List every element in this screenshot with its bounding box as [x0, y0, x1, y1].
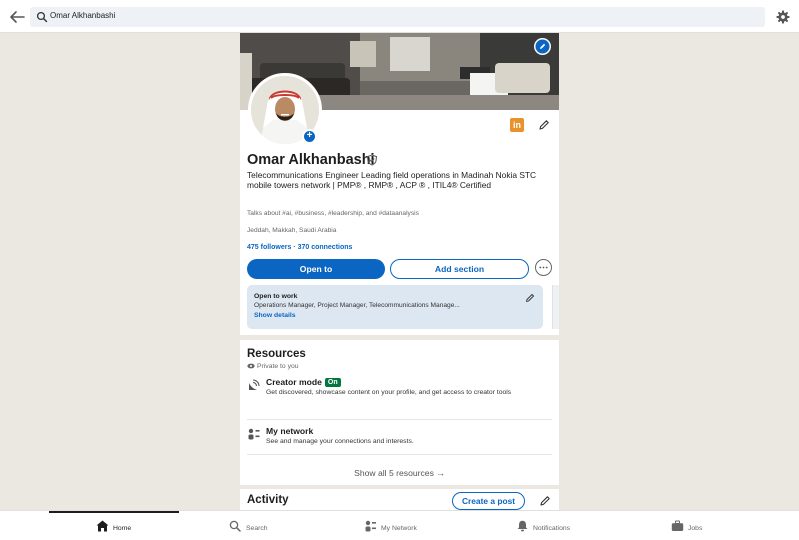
nav-my-network-label: My Network [381, 525, 417, 532]
nav-search-label: Search [246, 525, 268, 532]
open-to-work-card[interactable]: Open to work Operations Manager, Project… [247, 285, 543, 329]
resources-privacy: Private to you [247, 363, 299, 370]
plus-icon: + [306, 130, 313, 141]
activity-title: Activity [247, 494, 289, 506]
nav-notifications[interactable]: Notifications [516, 520, 570, 534]
search-bar[interactable]: Omar Alkhanbashi [30, 7, 765, 27]
create-post-button[interactable]: Create a post [452, 492, 525, 510]
talks-about: Talks about #ai, #business, #leadership,… [247, 210, 419, 217]
nav-search[interactable]: Search [229, 520, 268, 534]
gear-icon[interactable] [776, 10, 790, 24]
profile-name: Omar Alkhanbashi [247, 152, 375, 168]
creator-mode-name: Creator mode [266, 377, 322, 387]
nav-home[interactable]: Home [96, 520, 131, 534]
verified-shield-icon[interactable] [366, 154, 378, 166]
resources-title: Resources [247, 348, 306, 360]
my-network-name: My network [266, 426, 314, 436]
profile-headline: Telecommunications Engineer Leading fiel… [247, 170, 537, 191]
profile-column: + in Omar Alkhanbashi Telecommunications… [240, 33, 559, 510]
privacy-text: Private to you [257, 363, 299, 370]
creator-mode-label: Creator mode On [266, 377, 341, 387]
add-photo-button[interactable]: + [302, 129, 317, 144]
open-to-work-roles: Operations Manager, Project Manager, Tel… [254, 302, 460, 309]
nav-jobs[interactable]: Jobs [671, 520, 702, 534]
search-icon [229, 520, 241, 532]
pencil-icon[interactable] [539, 495, 551, 507]
activity-card: Activity Create a post [240, 489, 559, 510]
nav-home-label: Home [113, 525, 132, 532]
pencil-icon [535, 39, 550, 54]
network-icon [248, 428, 260, 440]
linkedin-icon[interactable]: in [510, 118, 524, 132]
pencil-icon[interactable] [525, 293, 535, 303]
my-network-description: See and manage your connections and inte… [266, 438, 414, 445]
my-network-item[interactable]: My network See and manage your connectio… [247, 426, 552, 454]
home-icon [96, 520, 109, 532]
pencil-icon[interactable] [538, 119, 550, 131]
creator-mode-description: Get discovered, showcase content on your… [266, 389, 512, 396]
divider [247, 419, 552, 420]
show-all-resources-link[interactable]: Show all 5 resources → [240, 468, 559, 478]
on-badge: On [324, 378, 341, 387]
bottom-navigation: Home Search My Network Notifications Job… [0, 510, 799, 540]
nav-notifications-label: Notifications [533, 525, 571, 532]
more-options-button[interactable] [535, 259, 552, 276]
network-icon [365, 520, 376, 532]
nav-my-network[interactable]: My Network [364, 520, 417, 534]
profile-top-card: + in Omar Alkhanbashi Telecommunications… [240, 33, 559, 335]
open-to-work-title: Open to work [254, 293, 298, 300]
top-bar: Omar Alkhanbashi [0, 0, 799, 33]
ellipsis-icon [539, 266, 548, 269]
search-query-text: Omar Alkhanbashi [50, 11, 116, 20]
nav-jobs-label: Jobs [688, 525, 703, 532]
back-arrow-icon[interactable] [8, 8, 26, 26]
next-card-peek [552, 285, 559, 329]
divider [247, 454, 552, 455]
edit-banner-button[interactable] [534, 38, 551, 55]
open-to-button[interactable]: Open to [247, 259, 385, 279]
bell-icon [517, 520, 528, 532]
satellite-dish-icon [249, 379, 260, 390]
briefcase-icon [671, 520, 684, 531]
profile-location: Jeddah, Makkah, Saudi Arabia [247, 227, 337, 234]
resources-card: Resources Private to you Creator mode On … [240, 340, 559, 485]
search-icon [36, 11, 48, 23]
show-details-link[interactable]: Show details [254, 312, 296, 319]
followers-connections-link[interactable]: 475 followers · 370 connections [247, 244, 352, 251]
active-tab-indicator [49, 511, 179, 513]
creator-mode-item[interactable]: Creator mode On Get discovered, showcase … [247, 377, 552, 417]
eye-icon [247, 363, 255, 369]
add-section-button[interactable]: Add section [390, 259, 529, 279]
